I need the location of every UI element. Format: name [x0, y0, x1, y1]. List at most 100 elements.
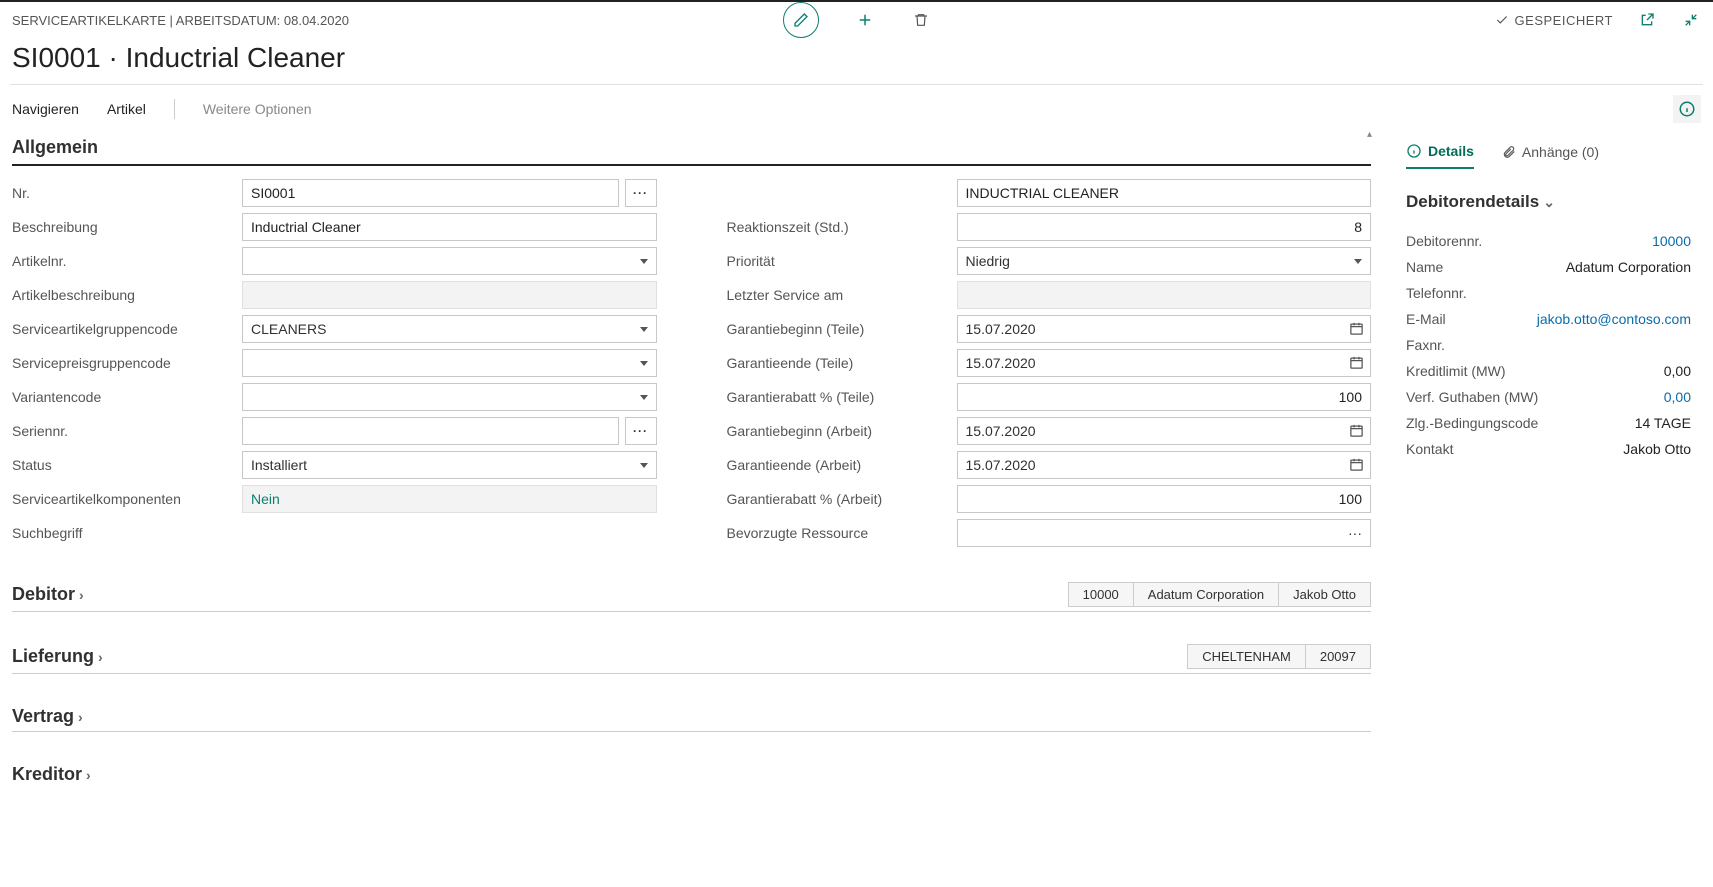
label-serviceartikelkomponenten: Serviceartikelkomponenten — [12, 491, 242, 507]
label-garantieende-arbeit: Garantieende (Arbeit) — [727, 457, 957, 473]
info-icon — [1406, 143, 1422, 159]
trash-icon — [913, 11, 929, 29]
info-button[interactable] — [1673, 95, 1701, 123]
fasttab-kreditor[interactable]: Kreditor› — [12, 764, 91, 785]
collapse-button[interactable] — [1681, 10, 1701, 30]
label-beschreibung: Beschreibung — [12, 219, 242, 235]
fasttab-lieferung[interactable]: Lieferung› — [12, 646, 103, 667]
page-title: SI0001 · Inductrial Cleaner — [0, 30, 1713, 84]
input-garantierabatt-arbeit[interactable] — [957, 485, 1372, 513]
input-bevorzugte-ressource[interactable]: ··· — [957, 519, 1372, 547]
debitor-summary-0[interactable]: 10000 — [1068, 582, 1134, 607]
factbox-section-title[interactable]: Debitorendetails⌄ — [1406, 192, 1691, 212]
lieferung-summary-0[interactable]: CHELTENHAM — [1187, 644, 1306, 669]
fb-kontakt-label: Kontakt — [1406, 441, 1453, 457]
delete-button[interactable] — [911, 10, 931, 30]
select-servicepreisgruppencode[interactable] — [242, 349, 657, 377]
edit-button[interactable] — [783, 2, 819, 38]
input-nr[interactable] — [242, 179, 619, 207]
label-garantieende-teile: Garantieende (Teile) — [727, 355, 957, 371]
link-serviceartikelkomponenten[interactable]: Nein — [242, 485, 657, 513]
lookup-icon[interactable]: ··· — [1348, 525, 1362, 541]
label-reaktionszeit: Reaktionszeit (Std.) — [727, 219, 957, 235]
fb-zlg-value: 14 TAGE — [1635, 415, 1691, 431]
select-serviceartikelgruppencode[interactable]: CLEANERS — [242, 315, 657, 343]
chevron-right-icon: › — [86, 767, 91, 783]
lookup-nr[interactable]: ··· — [625, 179, 657, 207]
lookup-seriennr[interactable]: ··· — [625, 417, 657, 445]
select-variantencode[interactable] — [242, 383, 657, 411]
fb-name-label: Name — [1406, 259, 1443, 275]
input-garantierabatt-teile[interactable] — [957, 383, 1372, 411]
label-status: Status — [12, 457, 242, 473]
factbox-tab-anhaenge[interactable]: Anhänge (0) — [1502, 143, 1599, 169]
saved-status: GESPEICHERT — [1495, 13, 1613, 28]
debitor-summary-2[interactable]: Jakob Otto — [1278, 582, 1371, 607]
label-seriennr: Seriennr. — [12, 423, 242, 439]
label-garantierabatt-teile: Garantierabatt % (Teile) — [727, 389, 957, 405]
date-garantiebeginn-teile[interactable]: 15.07.2020 — [957, 315, 1372, 343]
fb-email-label: E-Mail — [1406, 311, 1446, 327]
label-variantencode: Variantencode — [12, 389, 242, 405]
label-suchbegriff: Suchbegriff — [12, 525, 242, 541]
fasttab-debitor[interactable]: Debitor› — [12, 584, 84, 605]
calendar-icon[interactable] — [1349, 423, 1364, 438]
calendar-icon[interactable] — [1349, 321, 1364, 336]
section-allgemein-title[interactable]: Allgemein — [12, 129, 1371, 166]
fb-verf-guthaben-label: Verf. Guthaben (MW) — [1406, 389, 1538, 405]
input-beschreibung[interactable] — [242, 213, 657, 241]
label-garantierabatt-arbeit: Garantierabatt % (Arbeit) — [727, 491, 957, 507]
chevron-right-icon: › — [79, 587, 84, 603]
menu-navigieren[interactable]: Navigieren — [12, 101, 79, 117]
chevron-down-icon: ⌄ — [1543, 194, 1555, 211]
fb-zlg-label: Zlg.-Bedingungscode — [1406, 415, 1538, 431]
collapse-icon — [1683, 12, 1699, 28]
input-suchbegriff-upper[interactable] — [957, 179, 1372, 207]
menu-artikel[interactable]: Artikel — [107, 101, 146, 117]
label-artikelbeschreibung: Artikelbeschreibung — [12, 287, 242, 303]
label-letzter-service: Letzter Service am — [727, 287, 957, 303]
fb-kreditlimit-value: 0,00 — [1664, 363, 1691, 379]
date-garantieende-teile[interactable]: 15.07.2020 — [957, 349, 1372, 377]
debitor-summary-1[interactable]: Adatum Corporation — [1133, 582, 1279, 607]
popout-icon — [1639, 12, 1655, 28]
select-status[interactable]: Installiert — [242, 451, 657, 479]
fb-debitorennr-value[interactable]: 10000 — [1652, 233, 1691, 249]
input-reaktionszeit[interactable] — [957, 213, 1372, 241]
lieferung-summary-1[interactable]: 20097 — [1305, 644, 1371, 669]
calendar-icon[interactable] — [1349, 355, 1364, 370]
label-garantiebeginn-arbeit: Garantiebeginn (Arbeit) — [727, 423, 957, 439]
input-artikelbeschreibung — [242, 281, 657, 309]
pencil-icon — [793, 12, 809, 28]
label-nr: Nr. — [12, 185, 242, 201]
select-artikelnr[interactable] — [242, 247, 657, 275]
factbox-tab-details[interactable]: Details — [1406, 143, 1474, 169]
menu-weitere-optionen[interactable]: Weitere Optionen — [203, 101, 312, 117]
input-letzter-service — [957, 281, 1372, 309]
label-serviceartikelgruppencode: Serviceartikelgruppencode — [12, 321, 242, 337]
attachment-icon — [1502, 144, 1516, 160]
calendar-icon[interactable] — [1349, 457, 1364, 472]
plus-icon — [856, 11, 874, 29]
breadcrumb: SERVICEARTIKELKARTE | ARBEITSDATUM: 08.0… — [12, 13, 349, 28]
label-garantiebeginn-teile: Garantiebeginn (Teile) — [727, 321, 957, 337]
menu-separator — [174, 99, 175, 119]
fasttab-vertrag[interactable]: Vertrag› — [12, 706, 83, 727]
chevron-right-icon: › — [78, 709, 83, 725]
label-prioritaet: Priorität — [727, 253, 957, 269]
fb-verf-guthaben-value[interactable]: 0,00 — [1664, 389, 1691, 405]
new-button[interactable] — [855, 10, 875, 30]
fb-email-value[interactable]: jakob.otto@contoso.com — [1537, 311, 1691, 327]
fb-debitorennr-label: Debitorennr. — [1406, 233, 1482, 249]
fb-name-value: Adatum Corporation — [1566, 259, 1691, 275]
scroll-up-arrow[interactable]: ▴ — [1367, 129, 1381, 143]
label-bevorzugte-ressource: Bevorzugte Ressource — [727, 525, 957, 541]
info-icon — [1678, 100, 1696, 118]
date-garantiebeginn-arbeit[interactable]: 15.07.2020 — [957, 417, 1372, 445]
date-garantieende-arbeit[interactable]: 15.07.2020 — [957, 451, 1372, 479]
input-seriennr[interactable] — [242, 417, 619, 445]
label-artikelnr: Artikelnr. — [12, 253, 242, 269]
select-prioritaet[interactable]: Niedrig — [957, 247, 1372, 275]
popout-button[interactable] — [1637, 10, 1657, 30]
check-icon — [1495, 13, 1509, 27]
